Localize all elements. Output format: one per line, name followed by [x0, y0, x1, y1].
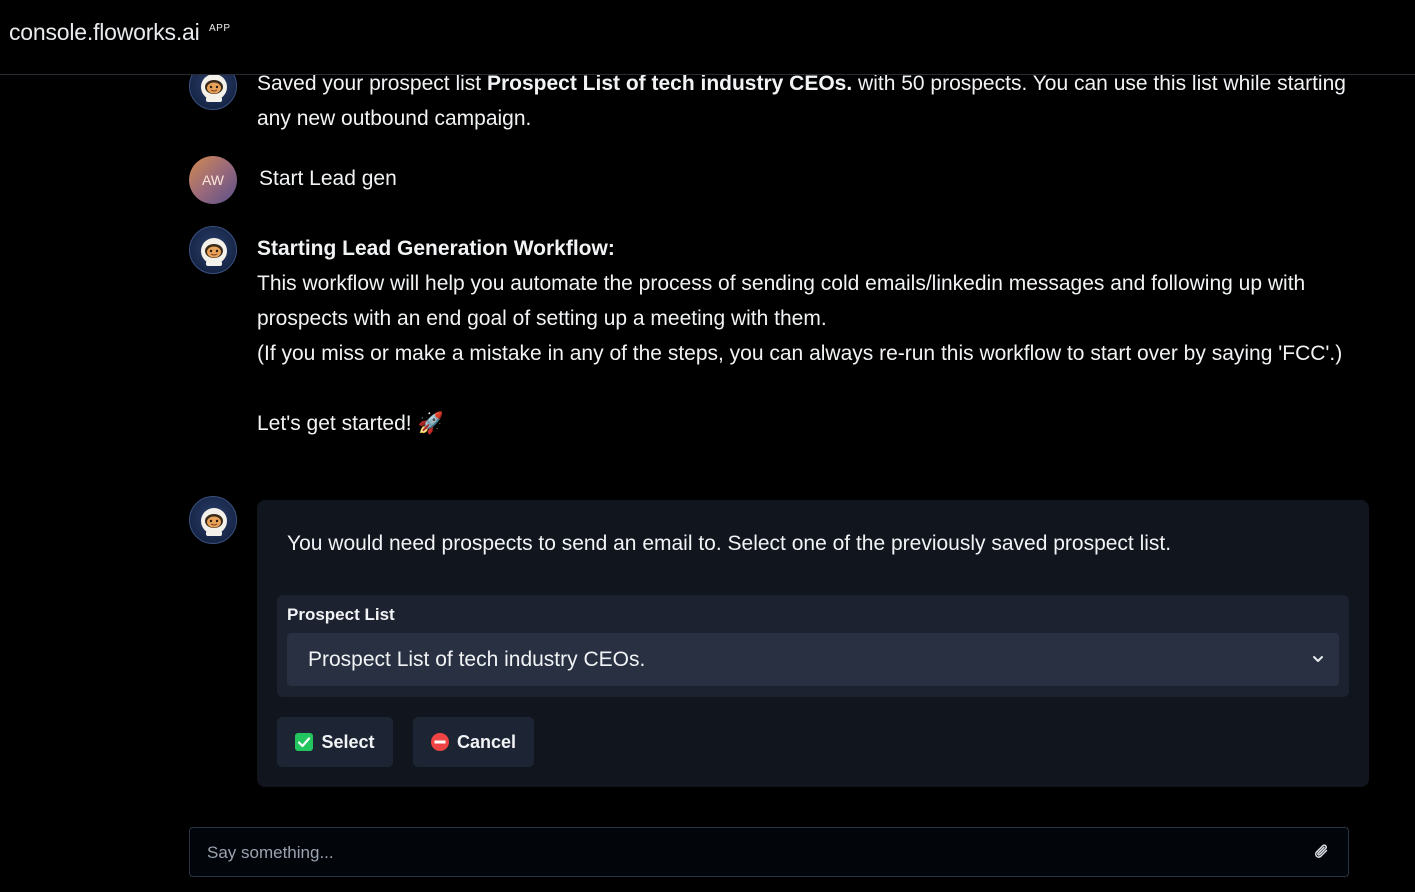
message-composer — [189, 827, 1349, 878]
message-input[interactable] — [205, 828, 1299, 878]
prospect-list-select[interactable]: Prospect List of tech industry CEOs. — [287, 633, 1339, 686]
rocket-icon: 🚀 — [417, 412, 444, 435]
app-title: console.floworks.ai — [9, 19, 200, 45]
cancel-button[interactable]: Cancel — [413, 717, 534, 767]
bot-avatar — [189, 226, 237, 274]
prospect-select-card: You would need prospects to send an emai… — [257, 500, 1369, 787]
message-text: Let's get started! — [257, 412, 412, 435]
chevron-down-icon — [1313, 656, 1323, 662]
bot-avatar — [189, 496, 237, 544]
check-icon — [295, 733, 314, 751]
user-avatar: AW — [189, 156, 237, 204]
avatar-initials: AW — [201, 172, 225, 188]
user-message: Start Lead gen — [259, 161, 1359, 196]
cancel-button-label: Cancel — [456, 731, 517, 752]
chat-area: Saved your prospect list Prospect List o… — [0, 0, 1415, 892]
workflow-heading: Starting Lead Generation Workflow: — [257, 237, 615, 260]
astronaut-icon — [201, 238, 227, 266]
no-entry-icon — [430, 733, 449, 751]
paperclip-icon[interactable] — [1312, 842, 1332, 862]
message-text: (If you miss or make a mistake in any of… — [257, 342, 1343, 365]
prospect-list-name: Prospect List of tech industry CEOs. — [486, 72, 853, 95]
bot-message: Starting Lead Generation Workflow: This … — [257, 231, 1357, 441]
prospect-list-field: Prospect List Prospect List of tech indu… — [277, 595, 1349, 697]
message-text: Start Lead gen — [259, 167, 397, 190]
message-text: This workflow will help you automate the… — [257, 272, 1306, 330]
select-button-label: Select — [321, 731, 375, 752]
bot-message: Saved your prospect list Prospect List o… — [257, 66, 1357, 136]
field-label: Prospect List — [287, 605, 395, 624]
card-prompt: You would need prospects to send an emai… — [287, 532, 1172, 555]
message-text: Saved your prospect list — [257, 72, 487, 95]
astronaut-icon — [201, 508, 227, 536]
selected-value: Prospect List of tech industry CEOs. — [308, 648, 646, 671]
select-button[interactable]: Select — [277, 717, 393, 767]
title-bar: console.floworks.ai APP — [0, 0, 1415, 75]
app-badge: APP — [209, 23, 231, 34]
